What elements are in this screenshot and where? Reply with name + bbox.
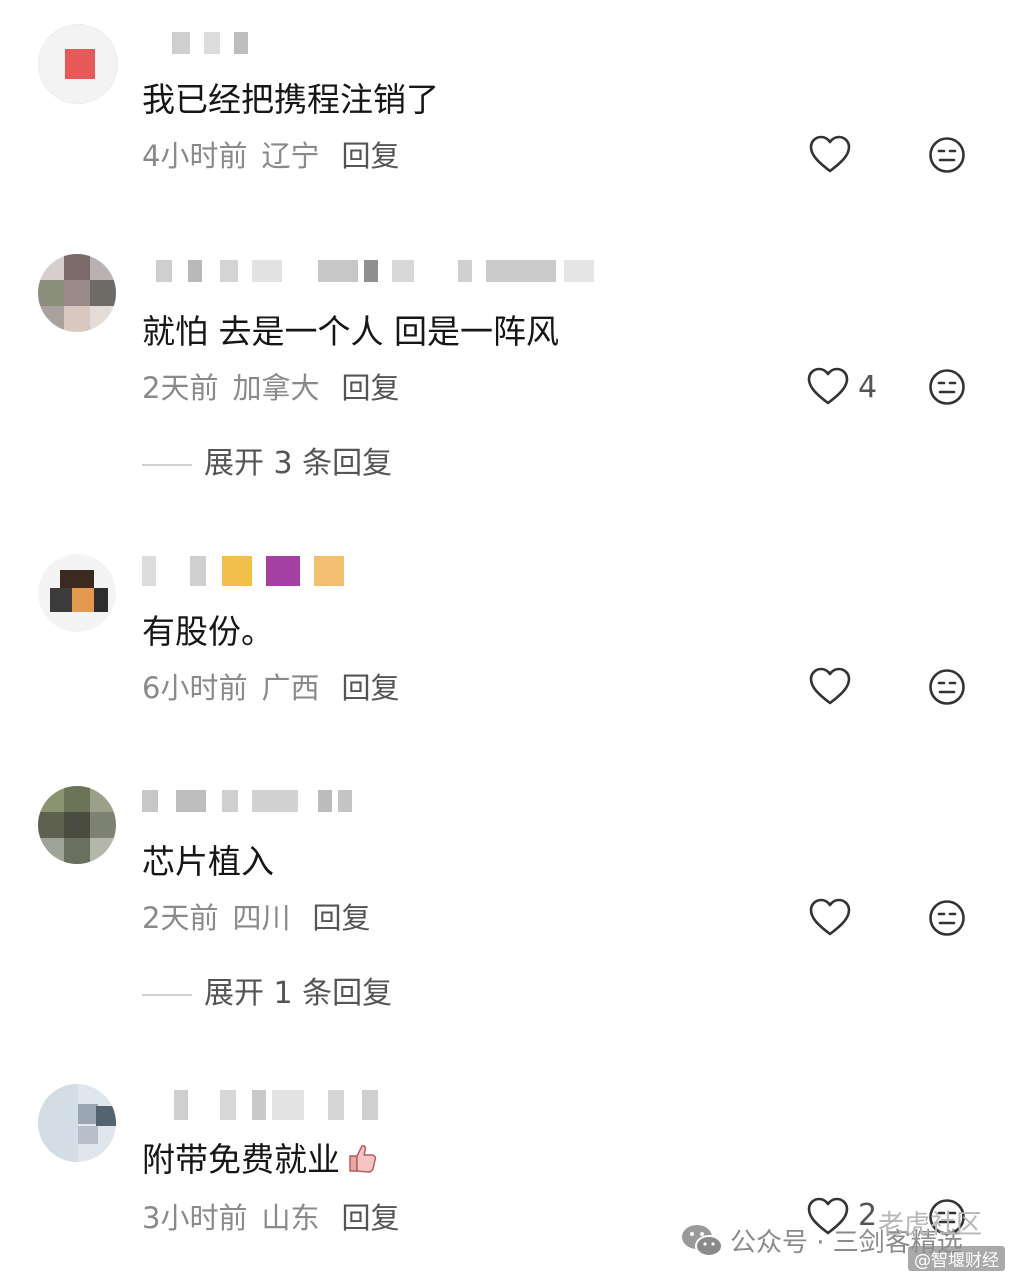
comment-text: 芯片植入	[142, 842, 274, 881]
reply-button[interactable]: 回复	[341, 671, 399, 705]
comment-location: 山东	[261, 1201, 320, 1235]
comment-text-content: 附带免费就业	[142, 1140, 340, 1179]
like-button[interactable]	[808, 897, 854, 939]
comment-location: 四川	[232, 901, 291, 935]
username-blurred[interactable]	[142, 1090, 382, 1120]
divider-line	[142, 993, 192, 996]
avatar[interactable]	[38, 554, 116, 632]
username-blurred[interactable]	[142, 32, 252, 54]
dislike-button[interactable]	[928, 668, 966, 706]
watermark: 公众号 · 三剑客精选 老虎社区 @智堰财经	[678, 1200, 1018, 1280]
expand-replies-label: 展开 3 条回复	[204, 446, 393, 481]
wechat-logo-icon	[682, 1225, 723, 1257]
thumbs-up-emoji-icon	[344, 1141, 378, 1175]
reply-button[interactable]: 回复	[312, 901, 370, 935]
watermark-handle: @智堰财经	[908, 1246, 1005, 1271]
reply-button[interactable]: 回复	[341, 139, 399, 173]
comment-location: 加拿大	[232, 371, 320, 405]
watermark-community: 老虎社区	[878, 1210, 983, 1240]
like-button[interactable]	[806, 366, 852, 408]
comment-time: 2天前	[142, 901, 219, 935]
avatar[interactable]	[38, 254, 116, 332]
heart-outline-icon	[807, 367, 849, 405]
dislike-button[interactable]	[928, 368, 966, 406]
like-count: 4	[858, 370, 878, 405]
neutral-face-icon	[929, 669, 965, 705]
comment-meta: 6小时前 广西 回复	[142, 670, 399, 706]
comment-location: 广西	[261, 671, 320, 705]
dislike-button[interactable]	[928, 136, 966, 174]
heart-outline-icon	[809, 667, 851, 705]
dislike-button[interactable]	[928, 899, 966, 937]
comment-meta: 2天前 四川 回复	[142, 900, 370, 936]
comment-text: 就怕 去是一个人 回是一阵风	[142, 312, 559, 351]
expand-replies-label: 展开 1 条回复	[204, 976, 393, 1011]
heart-outline-icon	[809, 898, 851, 936]
comment-meta: 3小时前 山东 回复	[142, 1200, 399, 1236]
comment-location: 辽宁	[261, 139, 320, 173]
username-blurred[interactable]	[142, 790, 352, 812]
neutral-face-icon	[929, 369, 965, 405]
comment-time: 6小时前	[142, 671, 248, 705]
username-blurred[interactable]	[142, 556, 362, 586]
comment-text: 我已经把携程注销了	[142, 80, 439, 119]
neutral-face-icon	[929, 900, 965, 936]
comment-time: 3小时前	[142, 1201, 248, 1235]
avatar[interactable]	[38, 786, 116, 864]
neutral-face-icon	[929, 137, 965, 173]
expand-replies-button[interactable]: 展开 3 条回复	[142, 446, 392, 482]
comment-text: 有股份。	[142, 612, 274, 651]
like-button[interactable]	[808, 134, 854, 176]
comment-time: 2天前	[142, 371, 219, 405]
comment-meta: 2天前 加拿大 回复	[142, 370, 399, 406]
divider-line	[142, 463, 192, 466]
comment-time: 4小时前	[142, 139, 248, 173]
like-button[interactable]	[808, 666, 854, 708]
reply-button[interactable]: 回复	[341, 371, 399, 405]
comment-text: 附带免费就业	[142, 1140, 378, 1180]
avatar[interactable]	[38, 24, 118, 104]
username-blurred[interactable]	[142, 260, 622, 282]
avatar[interactable]	[38, 1084, 116, 1162]
comment-meta: 4小时前 辽宁 回复	[142, 138, 399, 174]
heart-outline-icon	[809, 135, 851, 173]
reply-button[interactable]: 回复	[341, 1201, 399, 1235]
expand-replies-button[interactable]: 展开 1 条回复	[142, 976, 392, 1012]
